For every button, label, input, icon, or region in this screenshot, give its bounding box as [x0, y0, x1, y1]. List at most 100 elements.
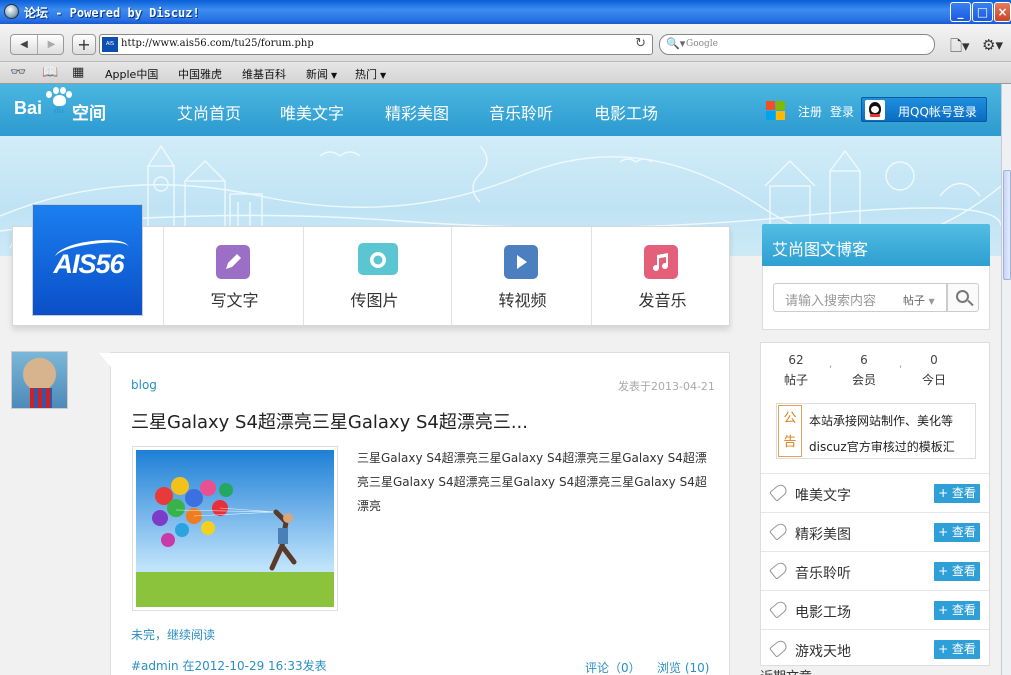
- stat-posts: 62 帖子: [761, 353, 831, 388]
- sidebar-search: 请输入搜索内容 帖子 ▼: [762, 266, 990, 330]
- view-button[interactable]: + 查看: [934, 523, 980, 542]
- search-placeholder[interactable]: Google: [686, 39, 718, 49]
- publish-image-button[interactable]: 传图片: [303, 227, 445, 325]
- bookmark-folder[interactable]: 新闻 ▼: [306, 66, 337, 82]
- book-icon[interactable]: 📖: [42, 65, 58, 80]
- post-title[interactable]: 三星Galaxy S4超漂亮三星Galaxy S4超漂亮三...: [131, 408, 528, 434]
- publish-image-label: 传图片: [350, 291, 399, 310]
- sidebar-next-section-title: 近期文章: [760, 666, 812, 675]
- category-item[interactable]: 音乐聆听 + 查看: [761, 551, 989, 590]
- sidebar-search-input[interactable]: 请输入搜索内容 帖子 ▼: [773, 283, 947, 312]
- stat-label: 会员: [851, 373, 876, 387]
- nav-item-text[interactable]: 唯美文字: [280, 100, 344, 124]
- search-icon: 🔍▾: [666, 37, 686, 50]
- nav-buttons: ◀ ▶: [10, 34, 64, 55]
- stat-today: 0 今日: [899, 353, 969, 388]
- bookmark-item[interactable]: 维基百科: [242, 66, 286, 82]
- publish-music-label: 发音乐: [638, 291, 687, 310]
- logo-du: du: [54, 106, 64, 115]
- post-category-link[interactable]: blog: [131, 378, 157, 392]
- forward-button[interactable]: ▶: [38, 35, 65, 54]
- category-item[interactable]: 唯美文字 + 查看: [761, 473, 989, 512]
- bookmark-folder[interactable]: 热门 ▼: [355, 66, 386, 82]
- scrollbar-thumb[interactable]: [1003, 170, 1011, 280]
- pencil-icon: [216, 245, 250, 279]
- site-top-nav: Bai du 空间 艾尚首页 唯美文字 精彩美图 音乐聆听 电影工场 注册 登录…: [0, 84, 1001, 136]
- view-button[interactable]: + 查看: [934, 562, 980, 581]
- view-button[interactable]: + 查看: [934, 640, 980, 659]
- announcement-line[interactable]: discuz官方审核过的模板汇: [809, 438, 955, 455]
- nav-item-music[interactable]: 音乐聆听: [489, 100, 553, 124]
- views-link[interactable]: 浏览 (10): [657, 659, 709, 675]
- web-page: Bai du 空间 艾尚首页 唯美文字 精彩美图 音乐聆听 电影工场 注册 登录…: [0, 84, 1001, 675]
- qq-login-button[interactable]: 用QQ帐号登录: [861, 97, 987, 122]
- close-window-button[interactable]: ×: [994, 2, 1011, 22]
- view-button[interactable]: + 查看: [934, 484, 980, 503]
- qq-login-label: 用QQ帐号登录: [898, 105, 977, 119]
- chevron-down-icon: ▼: [928, 297, 935, 306]
- search-bar[interactable]: 🔍▾ Google: [659, 34, 935, 55]
- nav-item-images[interactable]: 精彩美图: [385, 100, 449, 124]
- login-link[interactable]: 登录: [830, 103, 854, 120]
- music-note-icon: [644, 245, 678, 279]
- baidu-space-logo[interactable]: Bai du 空间: [14, 87, 106, 123]
- publish-text-button[interactable]: 写文字: [163, 227, 305, 325]
- logo-zone: 空间: [72, 104, 106, 123]
- publish-panel: AIS56 写文字 传图片 转视频 发音乐: [12, 204, 733, 326]
- vertical-scrollbar[interactable]: [1001, 84, 1011, 675]
- address-bar[interactable]: AIS http://www.ais56.com/tu25/forum.php …: [99, 34, 653, 55]
- bookmark-folder-label: 热门: [355, 68, 377, 81]
- gear-icon[interactable]: ⚙▾: [982, 36, 1003, 54]
- sidebar-search-button[interactable]: [947, 283, 979, 312]
- view-button[interactable]: + 查看: [934, 601, 980, 620]
- nav-item-home[interactable]: 艾尚首页: [177, 100, 241, 124]
- chevron-down-icon: ▼: [380, 71, 387, 80]
- post-meta[interactable]: #admin 在2012-10-29 16:33发表: [131, 657, 327, 674]
- site-stats-panel: 62 帖子 , 6 会员 , 0 今日 公告 本站承接网站制作、美化等 disc…: [760, 342, 990, 666]
- minimize-button[interactable]: _: [950, 2, 971, 22]
- category-name: 精彩美图: [795, 527, 851, 543]
- windows-logo-icon[interactable]: [766, 101, 786, 121]
- bookmark-item[interactable]: 中国雅虎: [178, 66, 222, 82]
- announcement-line[interactable]: 本站承接网站制作、美化等: [809, 412, 953, 429]
- publish-video-button[interactable]: 转视频: [451, 227, 593, 325]
- announcement-box: 公告 本站承接网站制作、美化等 discuz官方审核过的模板汇: [776, 403, 976, 459]
- comments-link[interactable]: 评论（0）: [585, 659, 641, 675]
- bookmark-item[interactable]: Apple中国: [105, 66, 158, 82]
- stat-label: 今日: [921, 373, 946, 387]
- post-date: 发表于2013-04-21: [618, 380, 715, 393]
- reload-icon[interactable]: ↻: [635, 36, 646, 51]
- tag-icon: [769, 521, 789, 541]
- address-url[interactable]: http://www.ais56.com/tu25/forum.php: [121, 38, 314, 49]
- back-button[interactable]: ◀: [11, 35, 38, 54]
- chevron-down-icon: ▼: [331, 71, 338, 80]
- category-item[interactable]: 游戏天地 + 查看: [761, 629, 989, 668]
- grid-icon[interactable]: ▦: [72, 65, 84, 80]
- search-scope-select[interactable]: 帖子 ▼: [903, 292, 935, 308]
- category-name: 唯美文字: [795, 488, 851, 504]
- window-title: 论坛 - Powered by Discuz!: [24, 6, 200, 20]
- category-item[interactable]: 电影工场 + 查看: [761, 590, 989, 629]
- read-more-link[interactable]: 未完，继续阅读: [131, 626, 215, 643]
- user-avatar[interactable]: [11, 351, 68, 409]
- register-link[interactable]: 注册: [798, 103, 822, 120]
- publish-music-button[interactable]: 发音乐: [591, 227, 733, 325]
- tag-icon: [769, 482, 789, 502]
- publish-text-label: 写文字: [210, 291, 259, 310]
- ais56-logo[interactable]: AIS56: [32, 204, 143, 316]
- page-menu-icon[interactable]: 🗋▾: [950, 36, 970, 61]
- post-thumbnail[interactable]: [132, 446, 338, 611]
- bookmark-folder-label: 新闻: [306, 68, 328, 81]
- stat-label: 帖子: [783, 373, 808, 387]
- category-name: 音乐聆听: [795, 566, 851, 582]
- stat-value: 0: [930, 353, 938, 367]
- nav-item-movies[interactable]: 电影工场: [594, 100, 658, 124]
- publish-video-label: 转视频: [498, 291, 547, 310]
- stat-value: 62: [788, 353, 804, 367]
- reading-glasses-icon[interactable]: 👓: [10, 65, 26, 80]
- add-bookmark-button[interactable]: +: [72, 34, 96, 55]
- announcement-tag: 公告: [778, 405, 802, 457]
- logo-text: AIS56: [53, 249, 124, 279]
- maximize-button[interactable]: □: [972, 2, 993, 22]
- category-item[interactable]: 精彩美图 + 查看: [761, 512, 989, 551]
